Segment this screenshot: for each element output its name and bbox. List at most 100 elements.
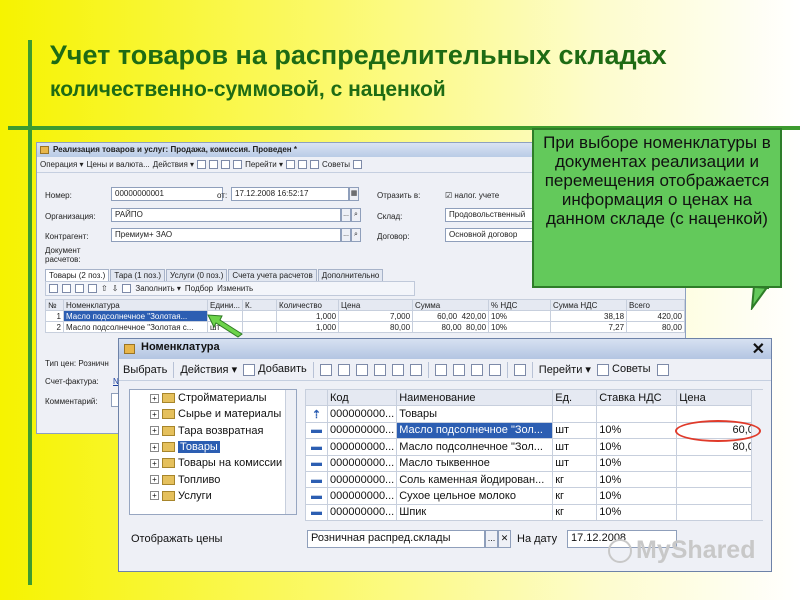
kontr-search-icon[interactable]: ⌕ [351, 228, 361, 242]
tab-tara[interactable]: Тара (1 поз.) [110, 269, 166, 281]
price-type-clear-icon[interactable]: ✕ [498, 530, 511, 548]
move-down-icon[interactable]: ⇩ [112, 284, 119, 293]
hierarchy-icon[interactable] [391, 363, 404, 376]
nomer-field[interactable]: 00000000001 [111, 187, 223, 201]
org-field[interactable]: РАЙПО [111, 208, 341, 222]
table-row[interactable]: ▬ 000000000... Шпик кг 10% [305, 503, 763, 522]
column-header[interactable]: К. [242, 299, 278, 311]
column-header[interactable]: Всего [626, 299, 685, 311]
table-icon[interactable] [310, 160, 320, 169]
help-icon[interactable] [656, 363, 669, 376]
price-type-field[interactable]: Розничная распред.склады [307, 530, 485, 548]
filter-list-icon[interactable] [470, 363, 483, 376]
help-icon[interactable] [353, 160, 362, 169]
column-header[interactable] [305, 388, 328, 407]
table-row[interactable]: ▬ 000000000... Масло тыквенное шт 10% [305, 454, 763, 472]
copy-row-icon[interactable] [62, 284, 71, 293]
table-row[interactable]: ▬ 000000000... Масло подсолнечное "Зол..… [305, 438, 763, 456]
delete-icon[interactable] [373, 363, 386, 376]
move-up-icon[interactable]: ⇧ [101, 284, 108, 293]
expand-icon[interactable]: + [150, 491, 159, 501]
table-cell[interactable]: Масло подсолнечное "Золотая с... [63, 321, 208, 333]
table-row[interactable]: ⇡ 000000000... Товары [305, 405, 763, 423]
expand-icon[interactable]: + [150, 393, 159, 403]
column-header[interactable]: Ставка НДС [596, 388, 678, 407]
sort-icon[interactable] [122, 284, 132, 293]
close-icon[interactable]: ✕ [752, 339, 765, 359]
tab-uslugi[interactable]: Услуги (0 поз.) [166, 269, 228, 281]
save-icon[interactable] [197, 160, 207, 169]
menu-pereiti[interactable]: Перейти ▾ [245, 160, 283, 169]
filter-icon[interactable] [434, 363, 447, 376]
expand-icon[interactable]: + [150, 426, 159, 436]
up-level-icon[interactable] [409, 363, 422, 376]
new-folder-icon[interactable] [319, 363, 332, 376]
column-header[interactable]: Едини... [206, 299, 244, 311]
menu-sovety[interactable]: Советы [322, 160, 350, 169]
price-type-select-button[interactable]: ... [485, 530, 498, 548]
column-header[interactable]: Цена [338, 299, 414, 311]
add-row-icon[interactable] [49, 284, 58, 293]
expand-icon[interactable]: + [150, 458, 159, 468]
delete-row-icon[interactable] [88, 284, 97, 293]
column-header[interactable]: Ед. [552, 388, 598, 407]
table-row[interactable]: ▬ 000000000... Сухое цельное молоко кг 1… [305, 487, 763, 505]
structure-icon[interactable] [233, 160, 243, 169]
column-header[interactable]: Сумма НДС [550, 299, 628, 311]
column-header[interactable]: № [45, 299, 64, 311]
menu-deistviya[interactable]: Действия ▾ [153, 160, 194, 169]
column-header[interactable]: Наименование [396, 388, 554, 407]
vybrat-button[interactable]: Выбрать [123, 364, 167, 376]
print-icon[interactable] [298, 160, 308, 169]
filter-off-icon[interactable] [452, 363, 465, 376]
tab-scheta[interactable]: Счета учета расчетов [228, 269, 317, 281]
zapolnit-button[interactable]: Заполнить ▾ [135, 284, 181, 293]
tree-item-selected[interactable]: + Товары [130, 439, 296, 455]
edit-icon[interactable] [355, 363, 368, 376]
org-select-button[interactable]: ... [341, 208, 351, 222]
unpost-icon[interactable] [221, 160, 231, 169]
kontr-select-button[interactable]: ... [341, 228, 351, 242]
izmenit-button[interactable]: Изменить [217, 284, 253, 293]
table-scrollbar[interactable] [751, 390, 763, 520]
kontr-field[interactable]: Премиум+ ЗАО [111, 228, 341, 242]
dogovor-field[interactable]: Основной договор [445, 228, 535, 242]
tree-icon[interactable] [286, 160, 296, 169]
sort-icon[interactable] [488, 363, 501, 376]
tree-item[interactable]: + Товары на комиссии [130, 455, 296, 471]
tree-item[interactable]: + Тара возвратная [130, 423, 296, 439]
org-search-icon[interactable]: ⌕ [351, 208, 361, 222]
table-cell[interactable]: Масло подсолнечное "Золотая... [63, 310, 208, 322]
tab-dopolnitelno[interactable]: Дополнительно [317, 269, 384, 281]
expand-icon[interactable]: + [150, 409, 159, 419]
column-header[interactable]: Цена [676, 388, 763, 407]
column-header[interactable]: Номенклатура [63, 299, 208, 311]
tree-item[interactable]: + Топливо [130, 471, 296, 487]
table-row[interactable]: 1 Масло подсолнечное "Золотая... 1,000 7… [45, 310, 685, 322]
sovety-button[interactable]: Советы [596, 363, 651, 376]
calendar-button[interactable]: ▦ [349, 187, 359, 201]
tree-scrollbar[interactable] [285, 390, 296, 514]
refresh-icon[interactable] [513, 363, 526, 376]
tree-item[interactable]: + Услуги [130, 488, 296, 504]
menu-ceny-valyuta[interactable]: Цены и валюта... [87, 160, 150, 169]
tree-item[interactable]: + Стройматериалы [130, 390, 296, 406]
column-header[interactable]: Сумма [412, 299, 490, 311]
dobavit-button[interactable]: Добавить [243, 363, 307, 376]
table-row[interactable]: 2 Масло подсолнечное "Золотая с... шт 1,… [45, 321, 685, 333]
tab-tovary[interactable]: Товары (2 поз.) [45, 269, 110, 281]
edit-row-icon[interactable] [75, 284, 84, 293]
deistviya-menu[interactable]: Действия ▾ [180, 363, 237, 376]
post-icon[interactable] [209, 160, 219, 169]
menu-operaciya[interactable]: Операция ▾ [40, 160, 84, 169]
column-header[interactable]: % НДС [488, 299, 552, 311]
podbor-button[interactable]: Подбор [185, 284, 213, 293]
column-header[interactable]: Код [326, 388, 398, 407]
pereiti-menu[interactable]: Перейти ▾ [539, 363, 591, 376]
tree-item[interactable]: + Сырье и материалы [130, 406, 296, 422]
sklad-field[interactable]: Продовольственный [445, 208, 535, 222]
expand-icon[interactable]: + [150, 475, 159, 485]
column-header[interactable]: Количество [276, 299, 340, 311]
expand-icon[interactable]: + [150, 442, 159, 452]
date-field[interactable]: 17.12.2008 16:52:17 [231, 187, 349, 201]
